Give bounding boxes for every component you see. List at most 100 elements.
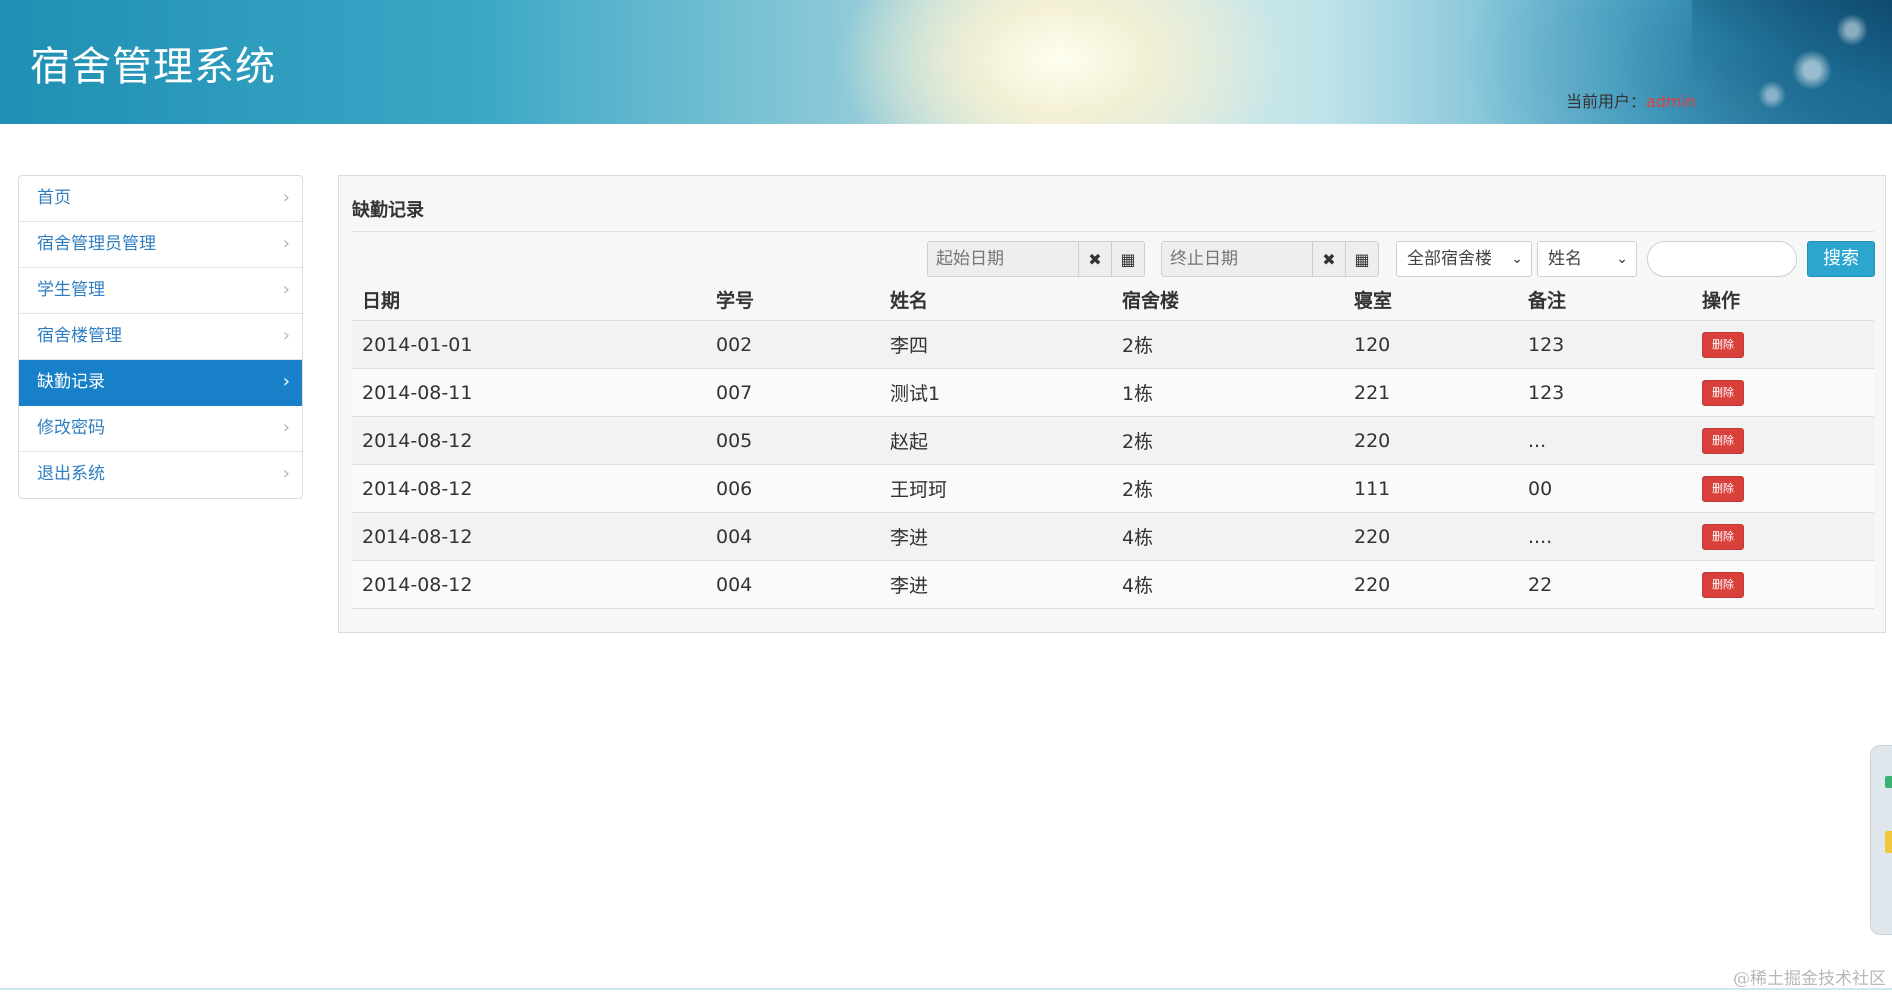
calendar-icon[interactable]: ▦ (1345, 242, 1378, 276)
chevron-right-icon: › (282, 417, 290, 438)
delete-button[interactable]: 删除 (1702, 332, 1744, 358)
wave-decoration (1692, 0, 1892, 124)
table-header: 日期 学号 姓名 宿舍楼 寝室 备注 操作 (352, 279, 1874, 321)
cell-room: 220 (1354, 525, 1391, 548)
cell-student-no: 007 (716, 381, 753, 404)
delete-button[interactable]: 删除 (1702, 428, 1744, 454)
chevron-down-icon: ⌄ (1511, 251, 1523, 267)
sidebar-item-logout[interactable]: 退出系统 › (19, 452, 302, 498)
cell-note: 123 (1528, 381, 1565, 404)
start-date-input[interactable] (928, 242, 1078, 276)
sidebar-item-label: 宿舍楼管理 (37, 326, 122, 346)
chevron-down-icon: ⌄ (1616, 251, 1628, 267)
floating-widget[interactable] (1870, 745, 1892, 935)
page-title: 缺勤记录 (352, 200, 424, 221)
cell-name: 李进 (890, 527, 929, 549)
delete-button[interactable]: 删除 (1702, 572, 1744, 598)
sidebar-item-home[interactable]: 首页 › (19, 176, 302, 222)
field-select-value: 姓名 (1548, 249, 1582, 269)
footer-divider (0, 988, 1892, 990)
cell-room: 120 (1354, 333, 1391, 356)
divider (352, 231, 1874, 232)
column-header-date: 日期 (362, 290, 401, 312)
table-row: 2014-08-12 004 李进 4栋 220 22 删除 (352, 561, 1874, 609)
search-input[interactable] (1647, 241, 1797, 277)
start-date-group: ✖ ▦ (927, 241, 1145, 277)
cell-student-no: 005 (716, 429, 753, 452)
cell-action: 删除 (1692, 331, 1874, 358)
cell-building: 1栋 (1122, 383, 1154, 405)
table-row: 2014-01-01 002 李四 2栋 120 123 删除 (352, 321, 1874, 369)
clear-icon[interactable]: ✖ (1078, 242, 1111, 276)
delete-button[interactable]: 删除 (1702, 524, 1744, 550)
cell-date: 2014-01-01 (362, 333, 473, 356)
app-title: 宿舍管理系统 (30, 44, 276, 90)
cell-note: ... (1528, 429, 1547, 452)
chevron-right-icon: › (282, 463, 290, 484)
chevron-right-icon: › (282, 233, 290, 254)
sidebar-nav: 首页 › 宿舍管理员管理 › 学生管理 › 宿舍楼管理 › 缺勤记录 › 修改密… (18, 175, 303, 499)
end-date-group: ✖ ▦ (1161, 241, 1379, 277)
chevron-right-icon: › (282, 325, 290, 346)
cell-building: 2栋 (1122, 479, 1154, 501)
cell-note: 123 (1528, 333, 1565, 356)
cell-note: .... (1528, 525, 1553, 548)
sidebar-item-label: 宿舍管理员管理 (37, 234, 156, 254)
cell-building: 2栋 (1122, 335, 1154, 357)
cell-student-no: 004 (716, 573, 753, 596)
delete-button[interactable]: 删除 (1702, 380, 1744, 406)
chevron-right-icon: › (282, 279, 290, 300)
cell-name: 王珂珂 (890, 479, 948, 501)
cell-name: 测试1 (890, 383, 941, 405)
cell-room: 221 (1354, 381, 1391, 404)
cell-date: 2014-08-12 (362, 477, 473, 500)
current-user-name[interactable]: admin (1646, 92, 1696, 111)
chevron-right-icon: › (282, 187, 290, 208)
cell-action: 删除 (1692, 523, 1874, 550)
end-date-input[interactable] (1162, 242, 1312, 276)
cell-room: 220 (1354, 429, 1391, 452)
cell-room: 220 (1354, 573, 1391, 596)
clear-icon[interactable]: ✖ (1312, 242, 1345, 276)
current-user-label: 当前用户： (1566, 92, 1647, 111)
cell-room: 111 (1354, 477, 1391, 500)
cell-student-no: 006 (716, 477, 753, 500)
search-button[interactable]: 搜索 (1807, 241, 1875, 277)
column-header-room: 寝室 (1354, 290, 1393, 312)
building-select[interactable]: 全部宿舍楼 ⌄ (1396, 241, 1532, 277)
cell-note: 00 (1528, 477, 1553, 500)
sidebar-item-students[interactable]: 学生管理 › (19, 268, 302, 314)
cell-action: 删除 (1692, 379, 1874, 406)
sidebar-item-label: 首页 (37, 188, 71, 208)
cell-action: 删除 (1692, 571, 1874, 598)
current-user: 当前用户：admin (1566, 88, 1696, 112)
sidebar-item-label: 修改密码 (37, 418, 105, 438)
absence-panel: 缺勤记录 ✖ ▦ ✖ ▦ 全部宿舍楼 ⌄ 姓名 ⌄ 搜索 日期 学号 姓名 宿舍… (338, 175, 1886, 633)
table-body: 2014-01-01 002 李四 2栋 120 123 删除 2014-08-… (352, 321, 1874, 609)
column-header-student-no: 学号 (716, 290, 755, 312)
cell-date: 2014-08-12 (362, 429, 473, 452)
building-select-value: 全部宿舍楼 (1407, 249, 1492, 269)
sidebar-item-absence[interactable]: 缺勤记录 › (19, 360, 302, 406)
cell-name: 李进 (890, 575, 929, 597)
calendar-icon[interactable]: ▦ (1111, 242, 1144, 276)
cell-name: 赵起 (890, 431, 929, 453)
cell-date: 2014-08-11 (362, 381, 473, 404)
header-banner: 宿舍管理系统 当前用户：admin (0, 0, 1892, 124)
sidebar-item-password[interactable]: 修改密码 › (19, 406, 302, 452)
cell-student-no: 002 (716, 333, 753, 356)
cell-building: 4栋 (1122, 527, 1154, 549)
cell-date: 2014-08-12 (362, 525, 473, 548)
sidebar-item-dorm-admin[interactable]: 宿舍管理员管理 › (19, 222, 302, 268)
sidebar-item-label: 退出系统 (37, 464, 105, 484)
column-header-building: 宿舍楼 (1122, 290, 1180, 312)
cell-note: 22 (1528, 573, 1553, 596)
sidebar-item-buildings[interactable]: 宿舍楼管理 › (19, 314, 302, 360)
watermark: @稀土掘金技术社区 (1733, 969, 1886, 989)
table-row: 2014-08-12 006 王珂珂 2栋 111 00 删除 (352, 465, 1874, 513)
absence-table: 日期 学号 姓名 宿舍楼 寝室 备注 操作 2014-01-01 002 李四 … (352, 279, 1874, 609)
sidebar-item-label: 学生管理 (37, 280, 105, 300)
column-header-name: 姓名 (890, 290, 929, 312)
delete-button[interactable]: 删除 (1702, 476, 1744, 502)
field-select[interactable]: 姓名 ⌄ (1537, 241, 1637, 277)
